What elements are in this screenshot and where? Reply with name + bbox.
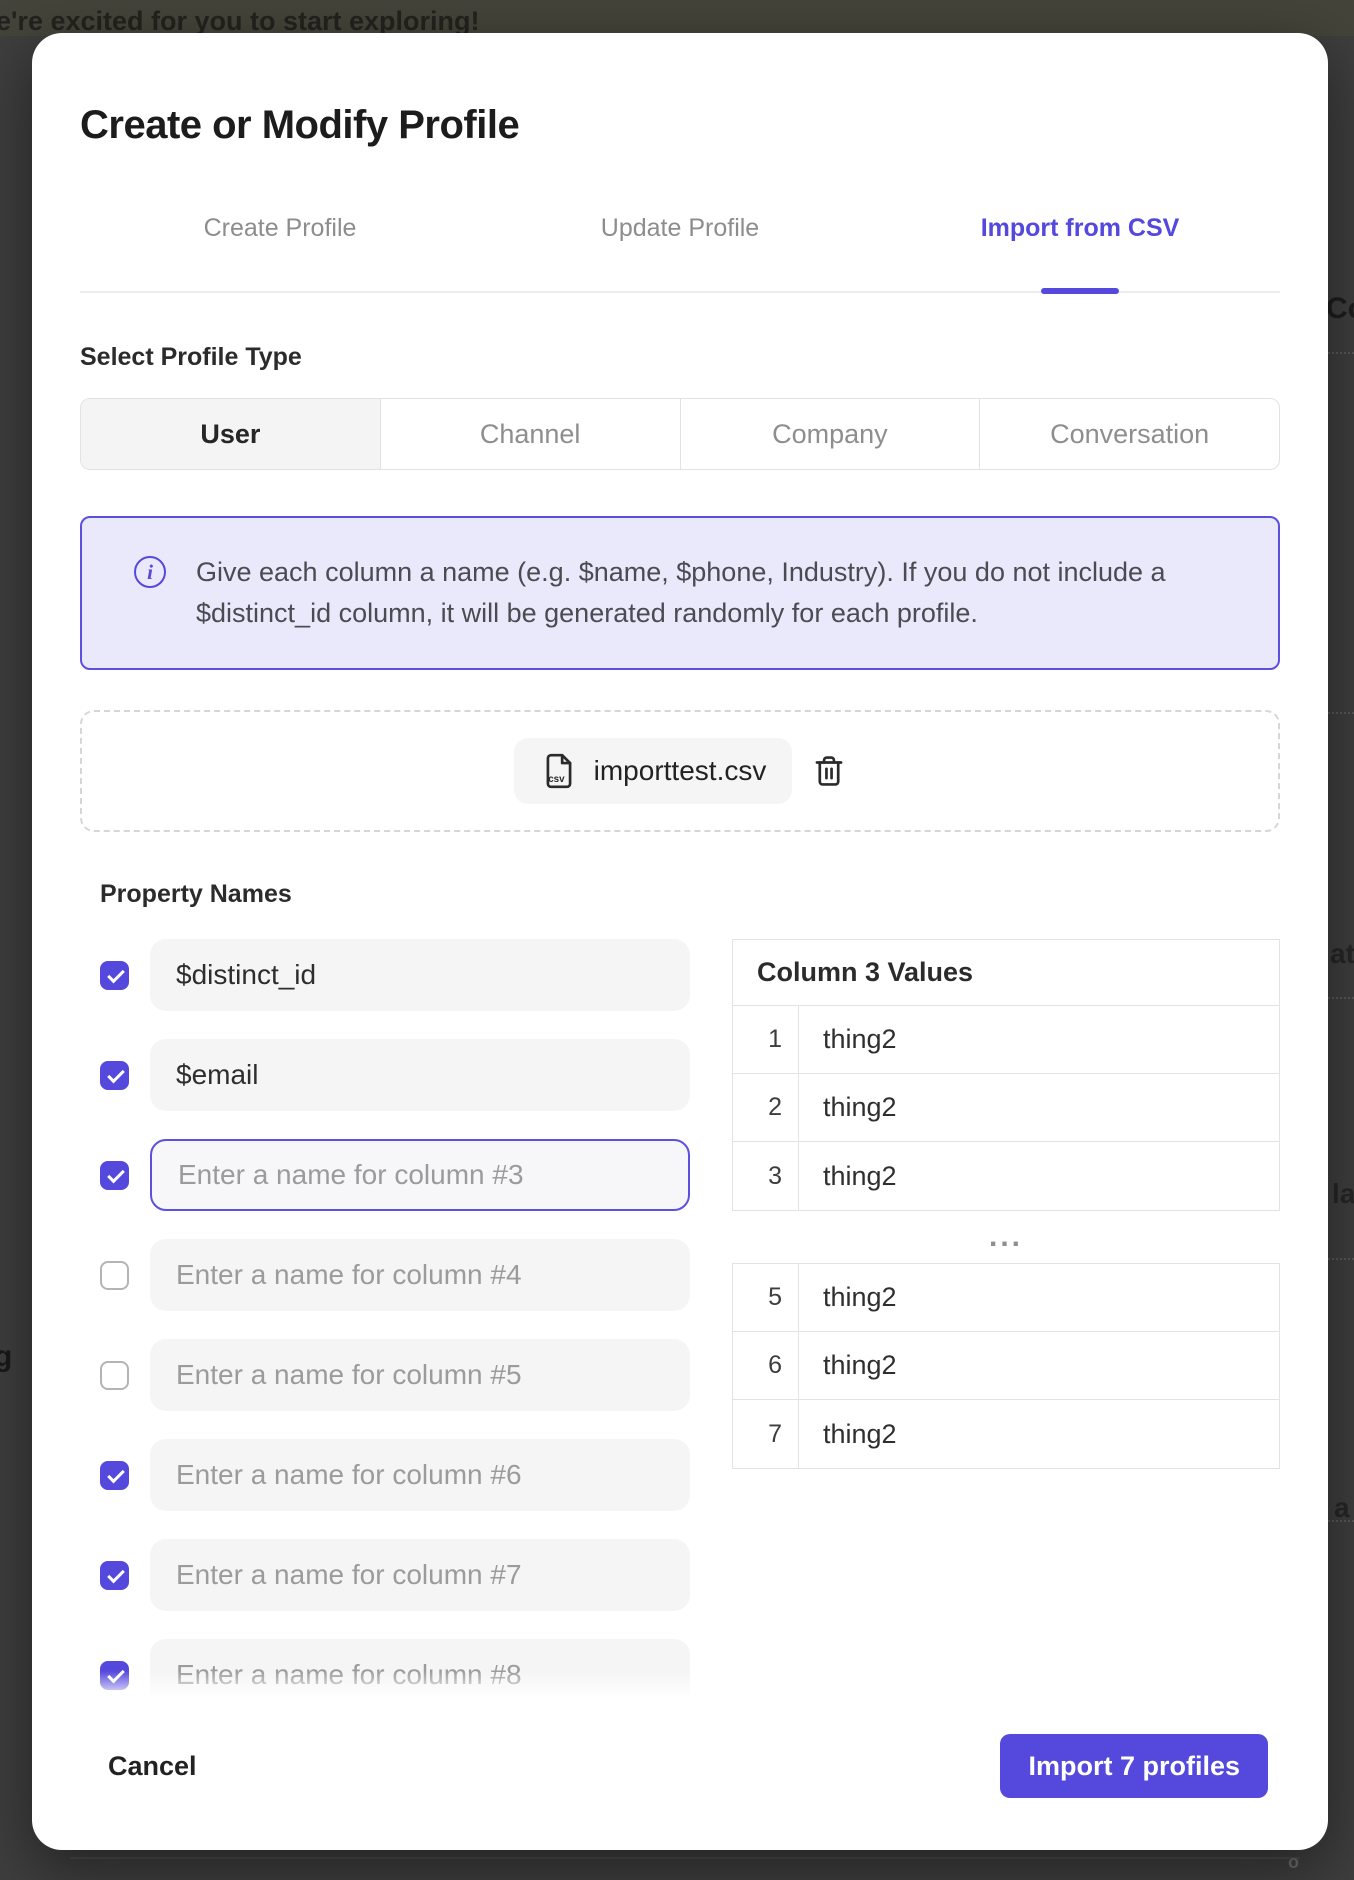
property-names-heading: Property Names	[100, 880, 1280, 909]
background-banner-text: e're excited for you to start exploring!	[0, 6, 480, 36]
column-1-name-input[interactable]	[150, 939, 690, 1011]
property-row-6	[100, 1439, 690, 1511]
info-banner-line2: $distinct_id column, it will be generate…	[196, 593, 1166, 634]
background-divider	[1328, 1258, 1354, 1260]
row-value: thing2	[799, 1142, 1279, 1210]
import-profiles-button[interactable]: Import 7 profiles	[1000, 1734, 1268, 1798]
column-5-name-input[interactable]	[150, 1339, 690, 1411]
tab-update-profile[interactable]: Update Profile	[480, 214, 880, 243]
row-number: 7	[733, 1400, 799, 1468]
profile-type-channel[interactable]: Channel	[380, 399, 680, 469]
values-table-top: Column 3 Values 1 thing2 2 thing2 3 thin…	[732, 939, 1280, 1211]
cancel-button[interactable]: Cancel	[102, 1750, 203, 1783]
background-banner: e're excited for you to start exploring!	[0, 0, 1354, 36]
profile-type-segmented-control: User Channel Company Conversation	[80, 398, 1280, 470]
column-8-checkbox[interactable]	[100, 1661, 129, 1690]
tab-label: Import from CSV	[981, 214, 1180, 242]
row-value: thing2	[799, 1400, 1279, 1468]
column-4-name-input[interactable]	[150, 1239, 690, 1311]
property-row-7	[100, 1539, 690, 1611]
property-row-1	[100, 939, 690, 1011]
column-6-checkbox[interactable]	[100, 1461, 129, 1490]
info-banner-text: Give each column a name (e.g. $name, $ph…	[196, 552, 1166, 634]
background-divider	[1328, 712, 1354, 714]
column-7-checkbox[interactable]	[100, 1561, 129, 1590]
profile-type-conversation[interactable]: Conversation	[979, 399, 1279, 469]
column-values-preview: Column 3 Values 1 thing2 2 thing2 3 thin…	[732, 939, 1280, 1469]
row-number: 2	[733, 1074, 799, 1141]
values-table-header: Column 3 Values	[733, 940, 1279, 1006]
property-row-8	[100, 1639, 690, 1697]
column-2-checkbox[interactable]	[100, 1061, 129, 1090]
background-divider	[1328, 352, 1354, 354]
row-number: 1	[733, 1006, 799, 1073]
background-text-fragment: g	[0, 1340, 12, 1374]
csv-file-icon: csv	[540, 752, 578, 790]
property-row-2	[100, 1039, 690, 1111]
column-8-name-input[interactable]	[150, 1639, 690, 1697]
column-2-name-input[interactable]	[150, 1039, 690, 1111]
row-value: thing2	[799, 1264, 1279, 1331]
column-6-name-input[interactable]	[150, 1439, 690, 1511]
row-number: 5	[733, 1264, 799, 1331]
info-icon: i	[134, 556, 166, 588]
row-value: thing2	[799, 1074, 1279, 1141]
modal-title: Create or Modify Profile	[80, 103, 1280, 148]
select-profile-type-label: Select Profile Type	[80, 343, 1280, 372]
modal-tabs: Create Profile Update Profile Import fro…	[80, 214, 1280, 293]
table-row: 7 thing2	[733, 1400, 1279, 1468]
create-or-modify-profile-modal: Create or Modify Profile Create Profile …	[32, 33, 1328, 1850]
column-7-name-input[interactable]	[150, 1539, 690, 1611]
profile-type-company[interactable]: Company	[680, 399, 980, 469]
mapping-area: Column 3 Values 1 thing2 2 thing2 3 thin…	[80, 939, 1280, 1697]
background-text-fragment: o	[1288, 1852, 1299, 1873]
svg-text:csv: csv	[548, 774, 565, 785]
column-4-checkbox[interactable]	[100, 1261, 129, 1290]
info-banner: i Give each column a name (e.g. $name, $…	[80, 516, 1280, 670]
background-text-fragment: ata	[1330, 938, 1354, 970]
table-row: 1 thing2	[733, 1006, 1279, 1074]
background-divider	[1328, 1520, 1354, 1522]
column-1-checkbox[interactable]	[100, 961, 129, 990]
row-value: thing2	[799, 1006, 1279, 1073]
rows-ellipsis: ...	[732, 1211, 1280, 1263]
table-row: 3 thing2	[733, 1142, 1279, 1210]
background-text-fragment: Col	[1326, 292, 1354, 326]
property-row-3	[100, 1139, 690, 1211]
tab-label: Create Profile	[204, 214, 357, 242]
row-value: thing2	[799, 1332, 1279, 1399]
uploaded-file-name: importtest.csv	[594, 755, 767, 787]
profile-type-user[interactable]: User	[81, 399, 380, 469]
uploaded-file-chip[interactable]: csv importtest.csv	[514, 738, 793, 804]
background-divider	[1328, 997, 1354, 999]
tab-label: Update Profile	[601, 214, 759, 242]
background-divider	[70, 1857, 1300, 1859]
column-3-name-input[interactable]	[150, 1139, 690, 1211]
table-row: 2 thing2	[733, 1074, 1279, 1142]
row-number: 3	[733, 1142, 799, 1210]
table-row: 6 thing2	[733, 1332, 1279, 1400]
info-banner-line1: Give each column a name (e.g. $name, $ph…	[196, 552, 1166, 593]
background-text-fragment: lab	[1332, 1178, 1354, 1210]
row-number: 6	[733, 1332, 799, 1399]
column-5-checkbox[interactable]	[100, 1361, 129, 1390]
tab-create-profile[interactable]: Create Profile	[80, 214, 480, 243]
values-table-bottom: 5 thing2 6 thing2 7 thing2	[732, 1263, 1280, 1469]
table-row: 5 thing2	[733, 1264, 1279, 1332]
csv-dropzone[interactable]: csv importtest.csv	[80, 710, 1280, 832]
property-name-list	[100, 939, 690, 1697]
active-tab-underline	[1041, 288, 1119, 294]
trash-icon[interactable]	[812, 754, 846, 788]
modal-footer: Cancel Import 7 profiles	[80, 1734, 1280, 1798]
property-row-4	[100, 1239, 690, 1311]
tab-import-from-csv[interactable]: Import from CSV	[880, 214, 1280, 243]
column-3-checkbox[interactable]	[100, 1161, 129, 1190]
property-row-5	[100, 1339, 690, 1411]
